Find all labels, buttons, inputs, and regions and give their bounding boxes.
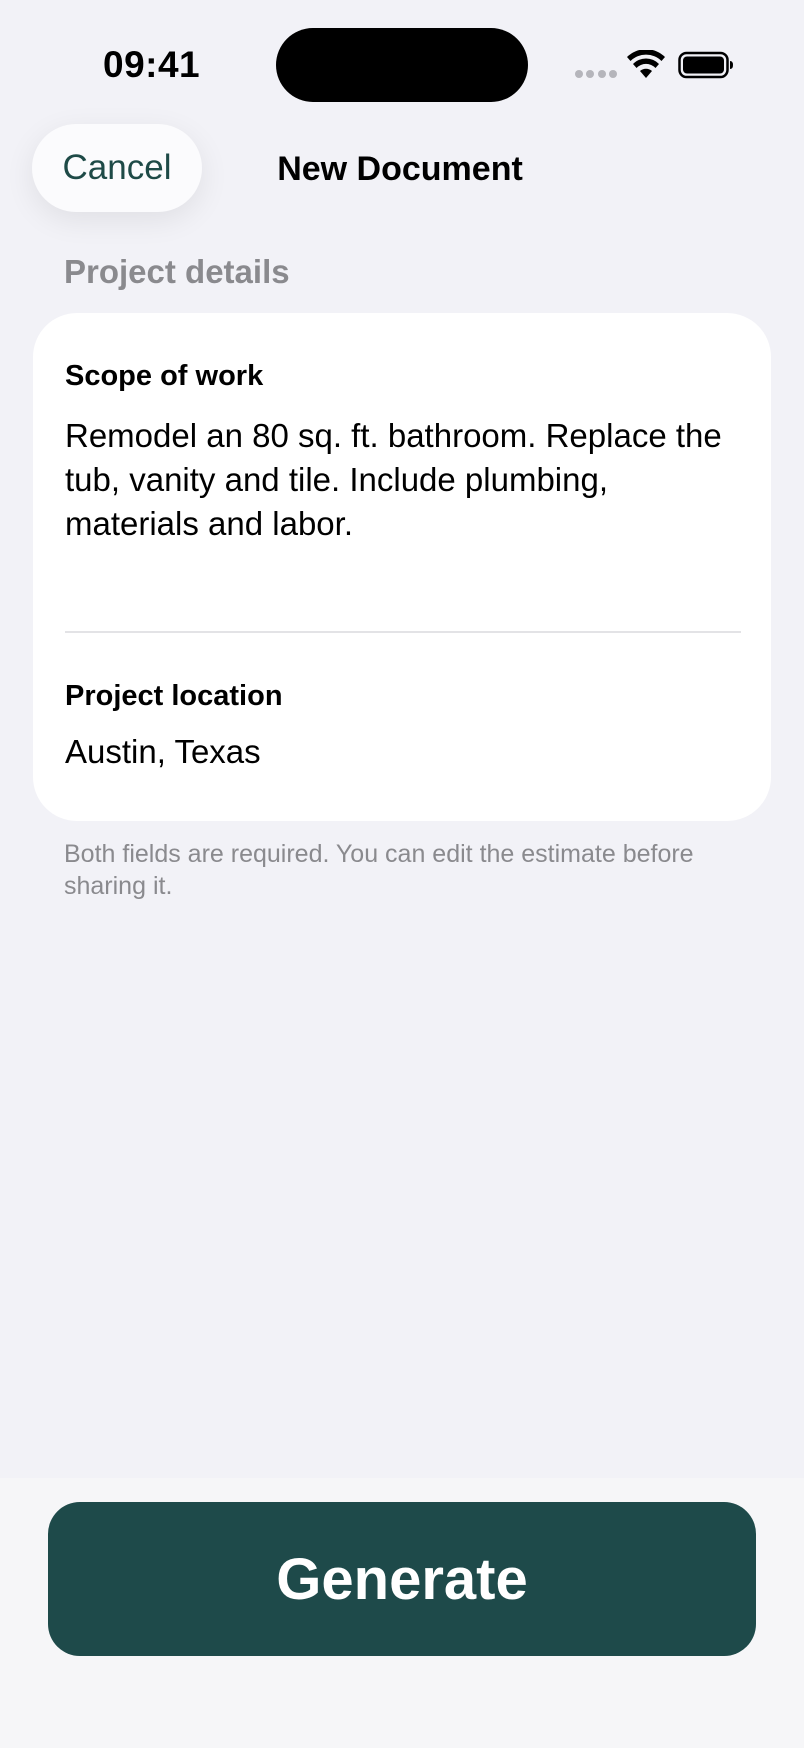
dynamic-island [276, 28, 528, 102]
section-header: Project details [64, 253, 290, 290]
page-title: New Document [277, 150, 523, 188]
status-time: 09:41 [103, 44, 201, 85]
field-divider [65, 631, 741, 633]
wifi-icon [627, 50, 665, 78]
project-details-card: Scope of work Remodel an 80 sq. ft. bath… [33, 313, 771, 821]
battery-icon [678, 51, 733, 79]
signal-icon [575, 70, 617, 80]
helper-text: Both fields are required. You can edit t… [64, 840, 694, 900]
generate-button[interactable]: Generate [48, 1502, 756, 1656]
project-location-label: Project location [65, 680, 283, 712]
status-bar: 09:41 [0, 0, 804, 110]
scope-of-work-input[interactable]: Remodel an 80 sq. ft. bathroom. Replace … [65, 414, 725, 546]
scope-of-work-label: Scope of work [65, 360, 264, 392]
new-document-screen: 09:41 Cancel New Document Project detail… [0, 0, 804, 1748]
project-location-input[interactable]: Austin, Texas [65, 733, 261, 771]
